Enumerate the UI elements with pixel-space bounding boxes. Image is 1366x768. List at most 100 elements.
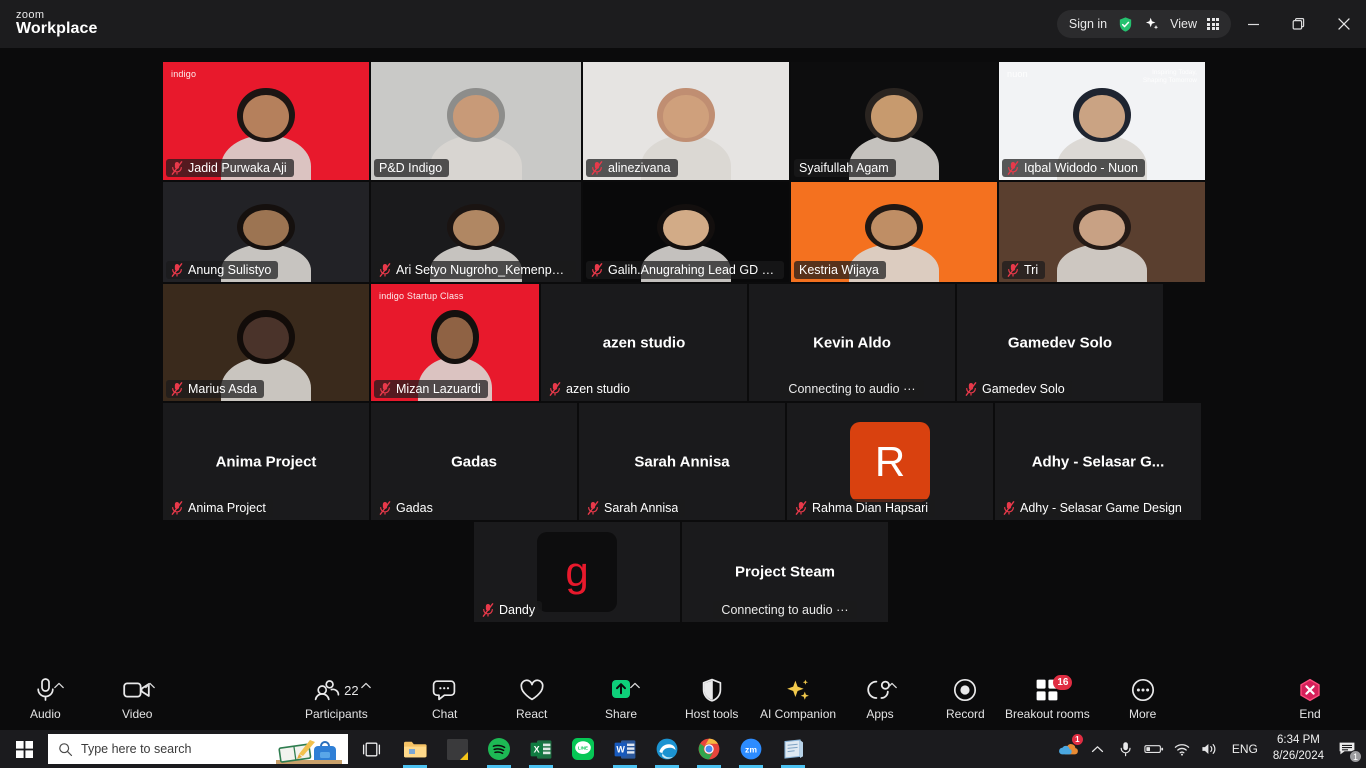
toolbar-item-label: Video: [122, 707, 153, 721]
participant-tile[interactable]: indigo Jadid Purwaka Aji: [163, 62, 369, 180]
mic-muted-icon: [1007, 263, 1019, 277]
host-tools-button[interactable]: Host tools: [685, 665, 738, 730]
participant-tile[interactable]: Tri: [999, 182, 1205, 282]
record-button[interactable]: Record: [946, 665, 985, 730]
participant-name: Adhy - Selasar Game Design: [1020, 501, 1182, 515]
onedrive-icon[interactable]: 1: [1057, 730, 1083, 768]
participant-tile[interactable]: Marius Asda: [163, 284, 369, 401]
minimize-icon[interactable]: [1231, 0, 1276, 48]
react-button[interactable]: React: [516, 665, 547, 730]
battery-icon[interactable]: [1141, 730, 1167, 768]
share-button[interactable]: Share: [605, 665, 640, 730]
search-input[interactable]: Type here to search: [48, 734, 348, 764]
participant-name: Syaifullah Agam: [799, 161, 889, 175]
participant-name-badge: Anung Sulistyo: [166, 261, 279, 279]
participant-tile[interactable]: Adhy - Selasar G... Adhy - Selasar Game D…: [995, 403, 1201, 520]
participant-tile[interactable]: Ari Setyo Nugroho_Kemenpar...: [371, 182, 581, 282]
chevron-up-icon[interactable]: [53, 679, 65, 691]
microphone-tray-icon[interactable]: [1113, 730, 1139, 768]
toolbar-item-label: More: [1129, 707, 1157, 721]
file-explorer-icon[interactable]: [394, 730, 436, 768]
participant-name-badge: Syaifullah Agam: [794, 159, 896, 177]
volume-icon[interactable]: [1197, 730, 1223, 768]
participants-button[interactable]: 22 Participants: [305, 665, 371, 730]
toolbar-item-label: Share: [605, 707, 638, 721]
notepad-icon[interactable]: [772, 730, 814, 768]
participant-name-badge: P&D Indigo: [374, 159, 450, 177]
excel-icon[interactable]: X: [520, 730, 562, 768]
participant-tile[interactable]: R Rahma Dian Hapsari: [787, 403, 993, 520]
brand-workplace-text: Workplace: [16, 20, 98, 38]
participant-tile[interactable]: Project Steam Connecting to audio ···: [682, 522, 888, 622]
close-icon[interactable]: [1321, 0, 1366, 48]
participant-tile[interactable]: indigo Startup Class Mizan Lazuardi: [371, 284, 539, 401]
clock[interactable]: 6:34 PM 8/26/2024: [1267, 733, 1330, 764]
participant-name-badge: Anima Project: [166, 499, 273, 517]
edge-icon[interactable]: [646, 730, 688, 768]
mic-muted-icon: [549, 382, 561, 396]
participant-tile[interactable]: Kevin Aldo Connecting to audio ···: [749, 284, 955, 401]
chevron-up-icon[interactable]: [144, 679, 156, 691]
line-icon[interactable]: LINE: [562, 730, 604, 768]
system-tray: 1 ENG 6:34 PM 8/26/2024 1: [1057, 730, 1366, 768]
sign-in-button[interactable]: Sign in: [1069, 17, 1107, 31]
participant-name-badge: azen studio: [544, 380, 637, 398]
participant-tile[interactable]: Gamedev Solo Gamedev Solo: [957, 284, 1163, 401]
windows-start-icon[interactable]: [0, 730, 48, 768]
video-button[interactable]: Video: [122, 665, 156, 730]
participant-name: Sarah Annisa: [604, 501, 679, 515]
show-hidden-icons-icon[interactable]: [1085, 730, 1111, 768]
participant-tile[interactable]: Galih.Anugrahing Lead GD Ga...: [583, 182, 789, 282]
task-view-icon[interactable]: [348, 730, 394, 768]
restore-icon[interactable]: [1276, 0, 1321, 48]
chevron-up-icon[interactable]: [886, 679, 898, 691]
participant-name-badge: Sarah Annisa: [582, 499, 686, 517]
chevron-up-icon[interactable]: [629, 679, 641, 691]
spotify-icon[interactable]: [478, 730, 520, 768]
participant-tile[interactable]: Sarah Annisa Sarah Annisa: [579, 403, 785, 520]
participant-tile[interactable]: g Dandy: [474, 522, 680, 622]
audio-status: Connecting to audio ···: [682, 601, 888, 619]
shield-check-icon[interactable]: [1117, 16, 1134, 33]
chrome-icon[interactable]: [688, 730, 730, 768]
end-button[interactable]: End: [1297, 665, 1323, 730]
ai-companion-button[interactable]: AI Companion: [760, 665, 836, 730]
chat-button[interactable]: Chat: [432, 665, 457, 730]
participant-tile[interactable]: Anima Project Anima Project: [163, 403, 369, 520]
mic-muted-icon: [482, 603, 494, 617]
participant-tile[interactable]: Kestria Wijaya: [791, 182, 997, 282]
virtual-background-logo: indigo: [171, 69, 197, 79]
svg-text:zm: zm: [745, 744, 757, 754]
view-button[interactable]: View: [1170, 17, 1197, 31]
more-button[interactable]: More: [1129, 665, 1156, 730]
connecting-to-audio-text: Connecting to audio ···: [780, 380, 924, 398]
participant-tile[interactable]: azen studio azen studio: [541, 284, 747, 401]
participant-name: Gamedev Solo: [982, 382, 1065, 396]
participant-tile[interactable]: Anung Sulistyo: [163, 182, 369, 282]
participant-tile[interactable]: Syaifullah Agam: [791, 62, 997, 180]
participant-tile[interactable]: alinezivana: [583, 62, 789, 180]
participant-name: Anung Sulistyo: [188, 263, 272, 277]
language-indicator[interactable]: ENG: [1225, 742, 1265, 756]
participant-name: Galih.Anugrahing Lead GD Ga...: [608, 263, 777, 277]
participant-display-name: azen studio: [602, 334, 686, 351]
participant-name: Kestria Wijaya: [799, 263, 879, 277]
apps-button[interactable]: Apps: [866, 665, 897, 730]
connecting-to-audio-text: Connecting to audio ···: [713, 601, 857, 619]
action-center-icon[interactable]: 1: [1332, 730, 1362, 768]
ai-sparkle-icon[interactable]: [1144, 16, 1160, 32]
word-icon[interactable]: W: [604, 730, 646, 768]
sticky-notes-icon[interactable]: [436, 730, 478, 768]
participant-tile[interactable]: P&D Indigo: [371, 62, 581, 180]
wifi-icon[interactable]: [1169, 730, 1195, 768]
participant-tile[interactable]: nuon Inspiring Today, Shaping Tomorrow Iqb…: [999, 62, 1205, 180]
participant-row: Anima Project Anima Project Gadas Gadas Sara…: [163, 403, 1203, 520]
chevron-up-icon[interactable]: [360, 679, 372, 691]
participant-tile[interactable]: Gadas Gadas: [371, 403, 577, 520]
zoom-icon[interactable]: zm: [730, 730, 772, 768]
audio-button[interactable]: Audio: [30, 665, 64, 730]
breakout-rooms-button[interactable]: 16 Breakout rooms: [1005, 665, 1090, 730]
video-feed-figure: [452, 95, 500, 138]
mic-muted-icon: [1003, 501, 1015, 515]
grid-view-icon[interactable]: [1207, 18, 1219, 30]
